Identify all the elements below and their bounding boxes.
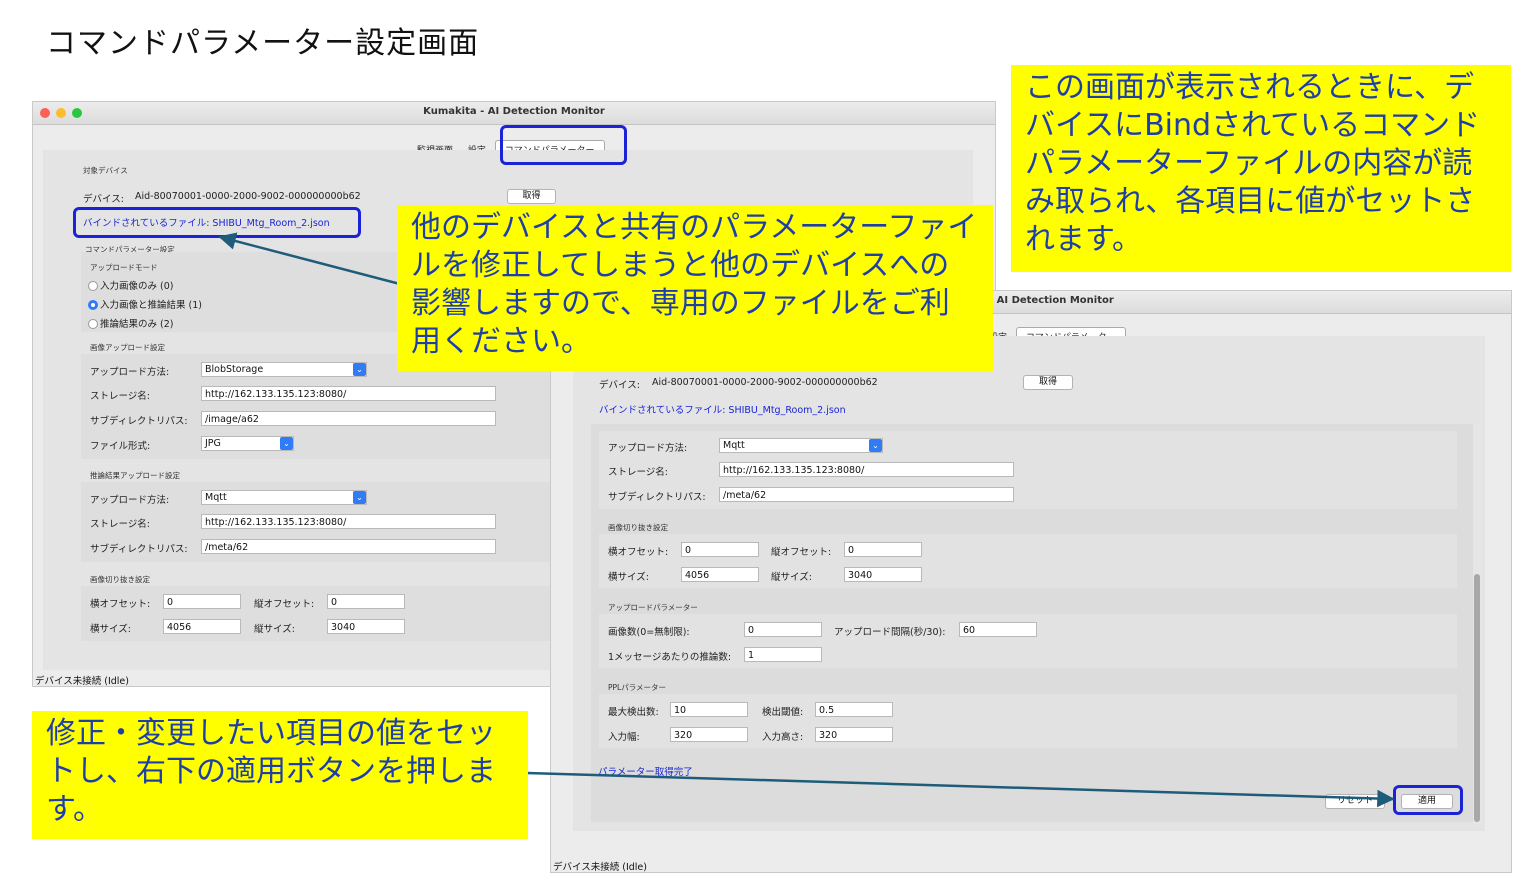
callout-shared-file-warning: 他のデバイスと共有のパラメーターファイルを修正してしまうと他のデバイスへの影響し… xyxy=(397,205,993,371)
callout-apply-instruction: 修正・変更したい項目の値をセットし、右下の適用ボタンを押します。 xyxy=(32,711,528,839)
arrow-to-bound-file xyxy=(218,232,401,286)
callout-top-right: この画面が表示されるときに、デバイスにBindされているコマンドパラメーターファ… xyxy=(1011,65,1511,272)
arrow-to-apply-button xyxy=(526,771,1395,808)
